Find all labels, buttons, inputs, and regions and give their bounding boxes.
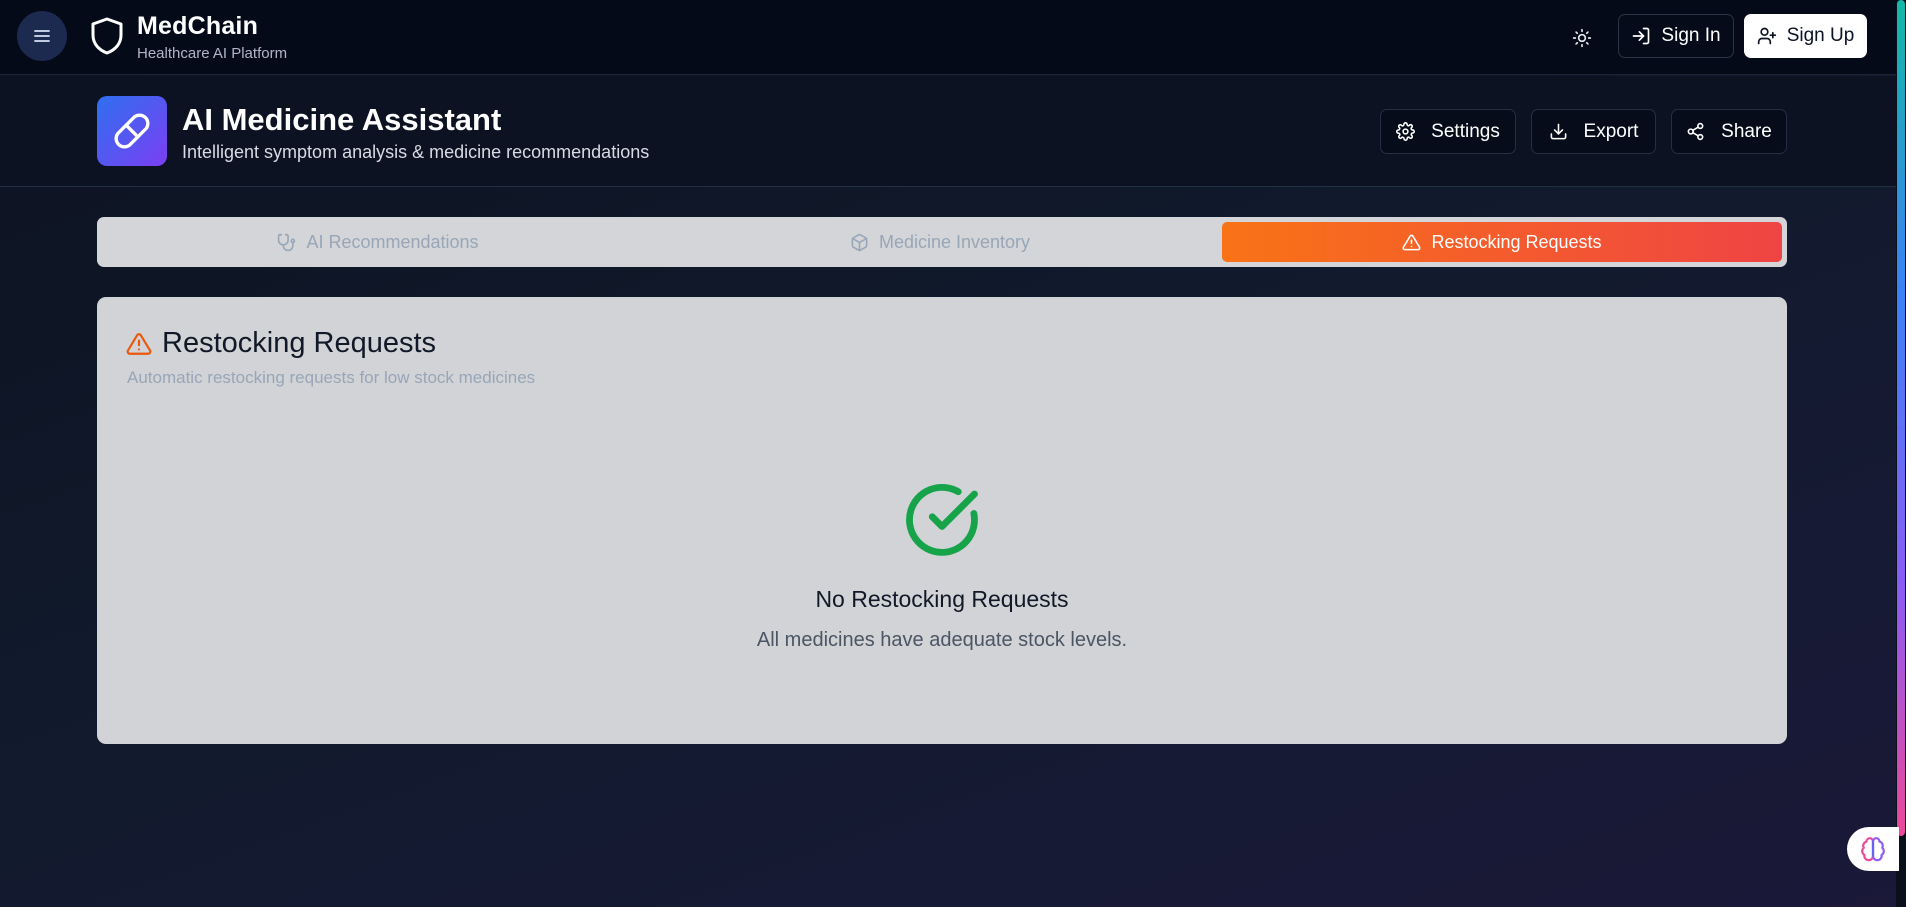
log-in-icon — [1633, 27, 1650, 45]
brand-name[interactable]: MedChain — [137, 12, 258, 41]
tab-label: Medicine Inventory — [878, 231, 1031, 252]
export-label: Export — [1583, 120, 1639, 142]
tab-bar: AI Recommendations Medicine Inventory Re… — [97, 217, 1787, 267]
tab-label: Restocking Requests — [1431, 231, 1602, 252]
share-button[interactable]: Share — [1671, 109, 1787, 154]
page-header: AI Medicine Assistant Intelligent sympto… — [0, 76, 1896, 187]
export-button[interactable]: Export — [1531, 109, 1656, 154]
theme-toggle-button[interactable] — [1566, 22, 1598, 54]
brand-tagline: Healthcare AI Platform — [137, 45, 288, 62]
card-title: Restocking Requests — [162, 327, 437, 359]
gear-icon — [1396, 122, 1416, 141]
tab-ai-recommendations[interactable]: AI Recommendations — [97, 222, 659, 262]
settings-label: Settings — [1431, 120, 1500, 142]
pill-icon — [114, 113, 150, 149]
tab-label: AI Recommendations — [306, 231, 479, 252]
alert-triangle-icon — [1402, 234, 1422, 250]
stethoscope-icon — [278, 233, 296, 251]
sign-up-label: Sign Up — [1786, 25, 1855, 46]
ai-assistant-button[interactable] — [1847, 827, 1899, 871]
sign-up-button[interactable]: Sign Up — [1744, 14, 1867, 58]
sign-in-button[interactable]: Sign In — [1618, 14, 1734, 58]
scrollbar[interactable] — [1896, 0, 1906, 907]
sun-icon — [1572, 28, 1592, 48]
brain-icon — [1861, 837, 1885, 862]
page-title: AI Medicine Assistant — [182, 102, 502, 137]
share-label: Share — [1721, 120, 1772, 142]
alert-triangle-icon — [126, 332, 152, 355]
scrollbar-thumb[interactable] — [1897, 0, 1905, 836]
empty-state-description: All medicines have adequate stock levels… — [756, 629, 1128, 651]
share-icon — [1687, 122, 1704, 141]
package-icon — [851, 233, 868, 251]
menu-button[interactable] — [17, 11, 67, 61]
empty-state-title: No Restocking Requests — [815, 586, 1069, 612]
top-navbar: MedChain Healthcare AI Platform Sign In … — [0, 0, 1896, 75]
settings-button[interactable]: Settings — [1380, 109, 1516, 154]
sign-in-label: Sign In — [1661, 25, 1721, 46]
download-icon — [1550, 123, 1566, 140]
user-plus-icon — [1757, 27, 1776, 45]
menu-icon — [34, 30, 50, 42]
tab-restocking-requests[interactable]: Restocking Requests — [1222, 222, 1782, 262]
restocking-requests-card: Restocking Requests Automatic restocking… — [97, 297, 1787, 744]
app-icon — [97, 96, 167, 166]
page-subtitle: Intelligent symptom analysis & medicine … — [182, 142, 650, 162]
tab-medicine-inventory[interactable]: Medicine Inventory — [659, 222, 1221, 262]
card-description: Automatic restocking requests for low st… — [127, 368, 536, 387]
check-circle-icon — [906, 483, 978, 556]
shield-icon — [91, 17, 123, 55]
card-header: Restocking Requests — [126, 327, 436, 360]
